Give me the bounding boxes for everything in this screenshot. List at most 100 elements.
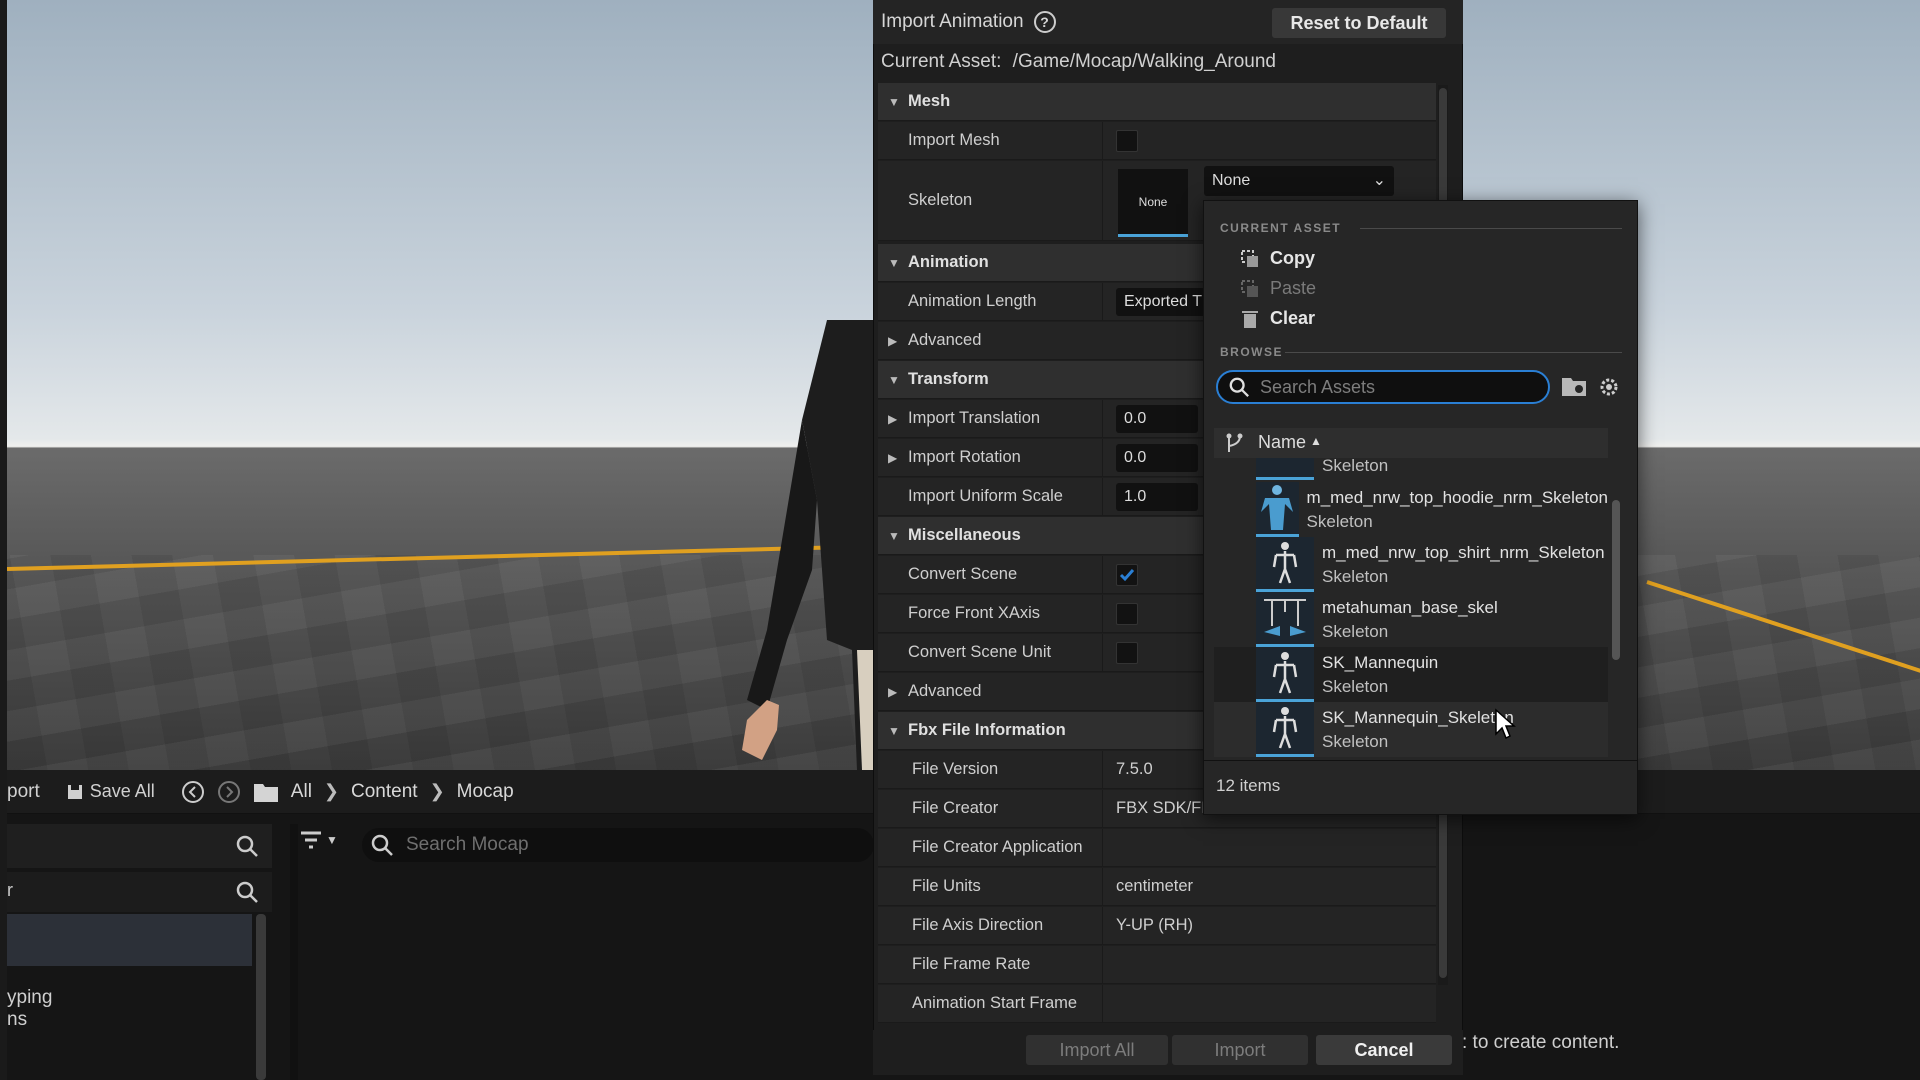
section-misc-label: Miscellaneous (908, 526, 1021, 544)
convert-scene-checkbox[interactable] (1116, 564, 1138, 586)
save-all-label: Save All (89, 781, 155, 801)
forward-nav-icon[interactable] (217, 780, 241, 804)
breadcrumb-content[interactable]: Content (351, 781, 418, 803)
save-icon (67, 784, 82, 799)
panel-splitter[interactable] (290, 824, 298, 1080)
reset-to-default-button[interactable]: Reset to Default (1272, 8, 1446, 38)
section-mesh[interactable]: ▼ Mesh (878, 83, 1436, 121)
chevron-down-icon: ▼ (326, 833, 338, 847)
search-assets-input[interactable]: Search Assets (1216, 370, 1550, 404)
file-version-label: File Version (912, 760, 999, 778)
breadcrumb-chevron-icon: ❯ (323, 781, 340, 801)
import-uniform-scale-input[interactable]: 1.0 (1116, 483, 1198, 511)
search-icon[interactable] (235, 880, 259, 904)
asset-type: Skeleton (1322, 676, 1389, 696)
breadcrumb-all[interactable]: All (291, 781, 312, 803)
selected-folder-row[interactable] (7, 914, 252, 966)
skeleton-thumbnail[interactable]: None (1118, 169, 1188, 237)
partial-asset-type: Skeleton (1322, 458, 1389, 475)
animation-length-label: Animation Length (908, 292, 1037, 310)
list-footer-divider (1203, 760, 1638, 761)
dialog-title: Import Animation (881, 11, 1024, 32)
header-divider (1285, 352, 1622, 353)
import-rotation-input[interactable]: 0.0 (1116, 444, 1198, 472)
asset-item[interactable]: metahuman_base_skel Skeleton (1214, 592, 1608, 647)
expand-triangle-icon: ▼ (888, 94, 900, 109)
collapse-triangle-icon[interactable]: ▶ (888, 412, 897, 426)
name-column-header[interactable]: Name (1258, 432, 1306, 453)
item-count: 12 items (1216, 776, 1281, 795)
clear-menu-item[interactable]: Clear (1240, 308, 1315, 329)
search-icon[interactable] (235, 834, 259, 858)
expand-triangle-icon: ▼ (888, 723, 900, 738)
asset-type: Skeleton (1306, 511, 1373, 531)
import-mesh-label: Import Mesh (908, 131, 1000, 149)
skeleton-thumbnail (1256, 537, 1314, 592)
import-rotation-label: Import Rotation (908, 448, 1021, 466)
import-mesh-checkbox[interactable] (1116, 130, 1138, 152)
asset-name: SK_Mannequin_Skeleton (1322, 707, 1514, 727)
collapse-triangle-icon[interactable]: ▶ (888, 451, 897, 465)
sources-scrollbar[interactable] (256, 914, 266, 1080)
import-button[interactable]: Import (1172, 1035, 1308, 1065)
copy-label: Copy (1270, 248, 1315, 268)
force-front-xaxis-checkbox[interactable] (1116, 603, 1138, 625)
section-mesh-label: Mesh (908, 92, 951, 110)
search-mocap-placeholder: Search Mocap (406, 834, 529, 855)
row-file-units: File Units centimeter (878, 868, 1436, 906)
back-nav-icon[interactable] (181, 780, 205, 804)
settings-gear-icon[interactable] (1597, 375, 1621, 399)
collapse-triangle-icon: ▶ (888, 684, 898, 699)
file-creator-value: FBX SDK/FI (1116, 799, 1206, 817)
asset-item[interactable]: SK_Mannequin Skeleton (1214, 647, 1608, 702)
search-icon (1229, 377, 1249, 397)
branch-view-icon[interactable] (1224, 432, 1246, 454)
import-uniform-scale-label: Import Uniform Scale (908, 487, 1063, 505)
animation-start-frame-label: Animation Start Frame (912, 994, 1078, 1012)
row-file-creator-app: File Creator Application (878, 829, 1436, 867)
search-assets-placeholder: Search Assets (1260, 376, 1376, 397)
skeleton-dropdown-value: None (1212, 172, 1251, 189)
current-asset-header: CURRENT ASSET (1220, 221, 1342, 235)
browse-folder-icon[interactable] (1561, 375, 1587, 397)
asset-type: Skeleton (1322, 621, 1389, 641)
asset-list-scrollbar[interactable] (1612, 500, 1620, 660)
asset-name: m_med_nrw_top_shirt_nrm_Skeleton (1322, 542, 1605, 562)
skeleton-thumbnail (1256, 592, 1314, 647)
asset-item-hovered[interactable]: SK_Mannequin_Skeleton Skeleton (1214, 702, 1608, 757)
asset-list-header: Name ▲ (1214, 428, 1608, 458)
skeleton-thumbnail (1256, 647, 1314, 702)
copy-menu-item[interactable]: Copy (1240, 248, 1315, 269)
advanced-label: Advanced (908, 331, 982, 349)
asset-name: m_med_nrw_top_hoodie_nrm_Skeleton (1306, 487, 1608, 507)
import-translation-label: Import Translation (908, 409, 1041, 427)
advanced-label: Advanced (908, 682, 982, 700)
paste-menu-item[interactable]: Paste (1240, 278, 1316, 299)
import-translation-input[interactable]: 0.0 (1116, 405, 1198, 433)
convert-scene-unit-checkbox[interactable] (1116, 642, 1138, 664)
skeleton-dropdown[interactable]: None ⌄ (1204, 166, 1394, 196)
filter-button[interactable]: ▼ (300, 830, 338, 850)
sources-partial-line1: yping (7, 987, 53, 1008)
search-mocap-input[interactable]: Search Mocap (362, 828, 874, 862)
animation-length-dropdown[interactable]: Exported T (1116, 288, 1216, 316)
breadcrumb-mocap[interactable]: Mocap (457, 781, 514, 803)
file-frame-rate-label: File Frame Rate (912, 955, 1031, 973)
sources-partial-line2: ns (7, 1009, 28, 1030)
filter-icon (301, 831, 321, 849)
import-button[interactable]: port (7, 781, 40, 803)
help-icon[interactable]: ? (1033, 11, 1056, 33)
asset-item[interactable]: m_med_nrw_top_shirt_nrm_Skeleton Skeleton (1214, 537, 1608, 592)
import-all-button[interactable]: Import All (1026, 1035, 1168, 1065)
asset-name: metahuman_base_skel (1322, 597, 1498, 617)
row-animation-start-frame: Animation Start Frame (878, 985, 1436, 1023)
sources-search-row (7, 824, 272, 868)
cancel-button[interactable]: Cancel (1316, 1035, 1452, 1065)
asset-item[interactable]: m_med_nrw_top_hoodie_nrm_Skeleton Skeleto… (1214, 482, 1608, 537)
save-all-button[interactable]: Save All (66, 781, 155, 802)
folder-icon[interactable] (253, 781, 279, 803)
file-creator-label: File Creator (912, 799, 999, 817)
file-units-label: File Units (912, 877, 981, 895)
partial-asset-row[interactable]: Skeleton (1214, 458, 1608, 480)
expand-triangle-icon: ▼ (888, 528, 900, 543)
